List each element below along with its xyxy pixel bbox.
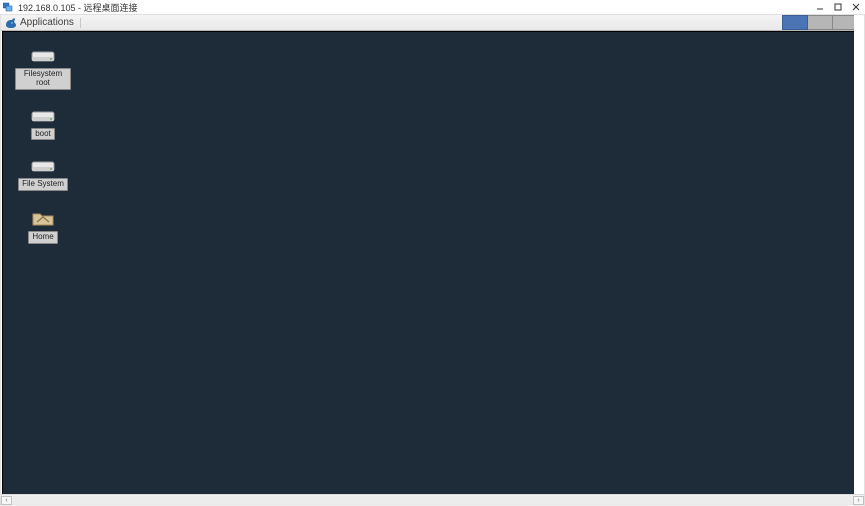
scroll-track[interactable] [13,496,852,505]
workspace-indicator-2[interactable] [808,15,833,30]
applications-label: Applications [20,17,74,28]
drive-icon [31,158,55,174]
applications-menu-button[interactable]: Applications [1,15,78,30]
desktop-icon-boot[interactable]: boot [15,108,71,141]
desktop-icon-home[interactable]: Home [15,209,71,244]
chevron-right-icon: › [857,497,859,504]
minimize-button[interactable] [811,0,829,14]
close-button[interactable] [847,0,865,14]
panel-separator [80,18,81,28]
home-folder-icon [31,209,55,227]
remote-desktop[interactable]: Filesystem root boot File System [2,31,863,495]
scroll-right-button[interactable]: › [853,496,864,505]
window-title: 192.168.0.105 - 远程桌面连接 [18,1,138,14]
desktop-icon-label: boot [31,128,55,141]
workspace-indicator-1[interactable] [782,15,808,30]
desktop-icon-file-system[interactable]: File System [15,158,71,191]
xfce-panel: Applications [1,15,864,31]
desktop-icons-column: Filesystem root boot File System [15,48,71,244]
window-controls [811,0,865,14]
drive-icon [31,48,55,64]
maximize-button[interactable] [829,0,847,14]
scroll-left-button[interactable]: ‹ [1,496,12,505]
desktop-icon-label: File System [18,178,68,191]
desktop-icon-label: Home [28,231,57,244]
horizontal-scrollbar[interactable]: ‹ › [1,494,864,506]
xfce-mouse-icon [5,17,17,29]
desktop-icon-label: Filesystem root [15,68,71,90]
viewport-right-gutter [854,15,864,495]
remote-viewport: Applications Filesystem root [1,15,864,495]
drive-icon [31,108,55,124]
remote-desktop-frame: Applications Filesystem root [0,15,865,506]
chevron-left-icon: ‹ [5,497,7,504]
panel-right [782,15,858,30]
desktop-icon-filesystem-root[interactable]: Filesystem root [15,48,71,90]
window-titlebar: 192.168.0.105 - 远程桌面连接 [0,0,865,15]
panel-left: Applications [1,15,83,30]
rdp-app-icon [2,1,14,13]
